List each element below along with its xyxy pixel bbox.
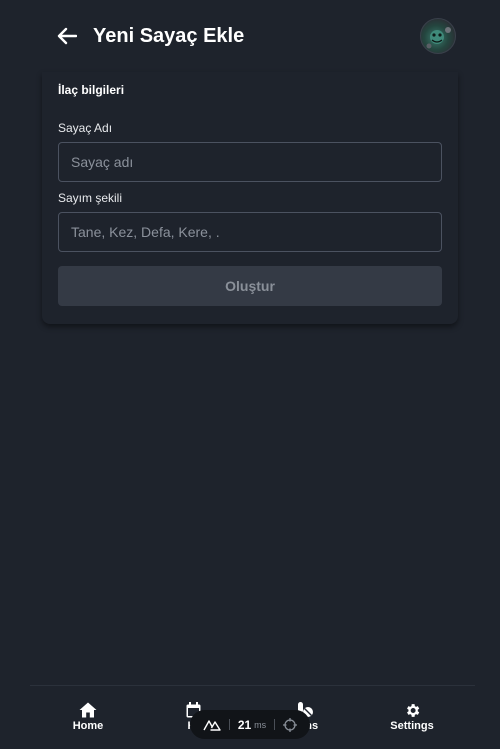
count-type-input[interactable]	[58, 212, 442, 252]
avatar[interactable]	[420, 18, 456, 54]
render-time-value: 21	[237, 717, 252, 732]
nav-label-home: Home	[72, 720, 104, 732]
back-button[interactable]	[55, 24, 79, 48]
nuxt-logo-icon	[203, 719, 221, 731]
arrow-left-icon	[57, 27, 77, 45]
nav-item-settings[interactable]: Settings	[367, 686, 457, 749]
count-type-label: Sayım şekili	[58, 191, 123, 205]
medication-form-card: İlaç bilgileri Sayaç Adı Sayım şekili Ol…	[42, 72, 458, 324]
counter-name-input[interactable]	[58, 142, 442, 182]
crosshair-icon[interactable]	[283, 717, 298, 732]
section-title: İlaç bilgileri	[58, 83, 125, 97]
page-title: Yeni Sayaç Ekle	[93, 25, 245, 47]
app-header: Yeni Sayaç Ekle	[0, 0, 500, 72]
counter-name-label: Sayaç Adı	[58, 121, 113, 135]
app-root: Yeni Sayaç Ekle İlaç bilgileri Sayaç Adı…	[0, 0, 500, 749]
gear-icon	[403, 701, 421, 719]
home-icon	[79, 701, 97, 719]
nav-label-settings: Settings	[390, 720, 434, 732]
overlay-divider	[228, 719, 230, 730]
devtools-overlay[interactable]: 21 ms	[190, 710, 310, 739]
render-time-unit: ms	[254, 719, 267, 730]
overlay-divider	[274, 719, 276, 730]
create-button[interactable]: Oluştur	[58, 266, 442, 306]
nav-item-home[interactable]: Home	[43, 686, 133, 749]
avatar-image	[426, 27, 451, 49]
